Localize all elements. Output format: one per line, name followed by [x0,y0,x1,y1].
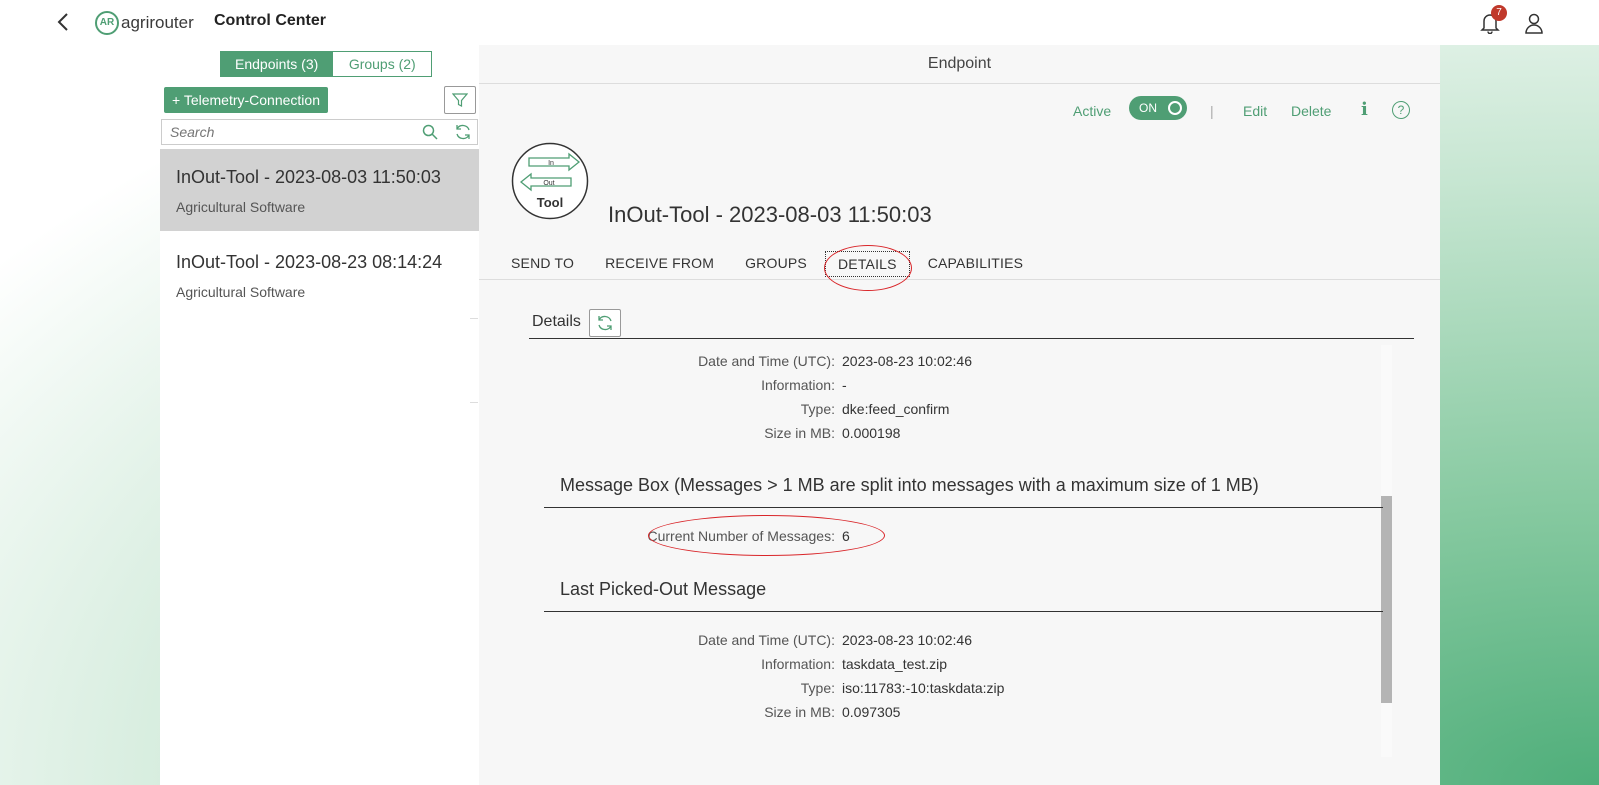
help-icon[interactable]: ? [1392,101,1410,119]
tab-details[interactable]: DETAILS [824,251,910,277]
toggle-knob [1168,101,1182,115]
delete-button[interactable]: Delete [1291,103,1331,119]
tab-groups[interactable]: GROUPS [745,251,807,275]
tabs-divider [479,279,1440,280]
notification-badge: 7 [1491,5,1507,21]
tab-endpoints[interactable]: Endpoints (3) [220,51,334,77]
section-divider [544,507,1383,508]
detail-label: Date and Time (UTC): [698,632,835,648]
tab-receive-from[interactable]: RECEIVE FROM [605,251,714,275]
divider [470,402,478,403]
list-item[interactable]: InOut-Tool - 2023-08-03 11:50:03 Agricul… [160,149,479,231]
filter-button[interactable] [444,86,476,114]
list-item-subtitle: Agricultural Software [176,284,306,300]
detail-value: 6 [842,528,850,544]
detail-value: taskdata_test.zip [842,656,948,672]
tab-send-to[interactable]: SEND TO [511,251,574,275]
detail-value: 0.097305 [842,704,901,720]
endpoint-icon: In Out Tool [511,142,589,220]
detail-value: 2023-08-23 10:02:46 [842,353,972,369]
detail-row: Type: iso:11783:-10:taskdata:zip [676,680,1076,698]
user-icon[interactable] [1524,12,1544,34]
brand-logo: AR agrirouter [95,11,194,35]
detail-label: Date and Time (UTC): [698,353,835,369]
endpoint-title: InOut-Tool - 2023-08-03 11:50:03 [608,202,932,227]
refresh-icon [598,315,612,331]
list-item-title: InOut-Tool - 2023-08-23 08:14:24 [176,252,443,272]
detail-value: dke:feed_confirm [842,401,950,417]
detail-label: Type: [800,680,835,696]
active-toggle[interactable]: ON [1129,96,1187,120]
search-input[interactable] [162,120,402,144]
add-telemetry-connection-button[interactable]: + Telemetry-Connection [164,87,328,113]
tab-groups[interactable]: Groups (2) [333,51,433,77]
separator: | [1210,103,1214,119]
edit-button[interactable]: Edit [1243,103,1267,119]
icon-in-text: In [548,160,554,167]
list-item[interactable]: InOut-Tool - 2023-08-23 08:14:24 Agricul… [160,234,479,316]
detail-label: Information: [761,377,835,393]
filter-icon [452,93,468,107]
detail-row: Information: taskdata_test.zip [676,656,1076,674]
detail-value: - [842,377,847,393]
detail-label: Size in MB: [764,425,835,441]
brand-mark-icon: AR [95,11,119,35]
detail-row: Current Number of Messages: 6 [647,528,1076,546]
toggle-label: ON [1139,101,1157,115]
details-divider [529,338,1414,339]
app-title: Control Center [214,12,326,29]
section-divider [544,611,1383,612]
detail-value: iso:11783:-10:taskdata:zip [842,680,1005,696]
refresh-icon[interactable] [454,123,472,141]
detail-label: Current Number of Messages: [647,528,835,544]
detail-value: 2023-08-23 10:02:46 [842,632,972,648]
detail-label: Size in MB: [764,704,835,720]
icon-out-text: Out [543,180,554,187]
divider [470,318,478,319]
endpoint-tabs: SEND TO RECEIVE FROM GROUPS DETAILS CAPA… [511,251,1054,277]
search-box [161,119,478,145]
back-chevron-icon[interactable] [56,9,76,35]
list-item-subtitle: Agricultural Software [176,199,306,215]
info-icon[interactable]: i [1361,99,1368,120]
detail-row: Information: - [676,377,1076,395]
search-icon[interactable] [422,124,438,140]
details-refresh-button[interactable] [589,309,621,337]
icon-tool-text: Tool [537,195,563,210]
detail-label: Type: [800,401,835,417]
list-item-title: InOut-Tool - 2023-08-03 11:50:03 [176,167,441,187]
detail-row: Type: dke:feed_confirm [676,401,1076,419]
active-label: Active [1073,103,1112,119]
scrollbar-thumb[interactable] [1381,496,1392,703]
list-mode-switch: Endpoints (3) Groups (2) [220,51,433,77]
detail-row: Date and Time (UTC): 2023-08-23 10:02:46 [676,632,1076,650]
top-bar: AR agrirouter Control Center 7 [0,0,1599,45]
last-picked-title: Last Picked-Out Message [560,579,767,599]
brand-name: agrirouter [121,13,194,32]
detail-label: Information: [761,656,835,672]
detail-value: 0.000198 [842,425,901,441]
detail-row: Date and Time (UTC): 2023-08-23 10:02:46 [676,353,1076,371]
message-box-title: Message Box (Messages > 1 MB are split i… [560,475,1259,495]
detail-row: Size in MB: 0.000198 [676,425,1076,443]
endpoint-detail-panel: Endpoint Active ON | Edit Delete i ? In … [479,45,1440,785]
tab-capabilities[interactable]: CAPABILITIES [928,251,1024,275]
details-title: Details [532,313,581,330]
detail-row: Size in MB: 0.097305 [676,704,1076,722]
panel-title: Endpoint [479,45,1440,84]
